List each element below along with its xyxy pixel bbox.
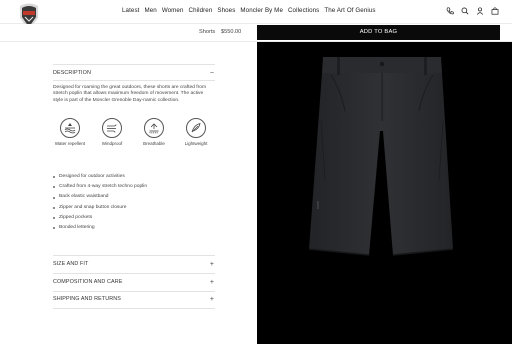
- feature-label: Windproof: [101, 141, 123, 146]
- product-image-shorts: [308, 57, 454, 256]
- windproof-icon: [102, 118, 122, 138]
- accordion-label: SHIPPING AND RETURNS: [53, 296, 121, 302]
- list-item-text: Zipper and snap button closure: [59, 204, 127, 210]
- sticky-product-name: Shorts: [199, 29, 216, 35]
- divider: [53, 308, 215, 309]
- expand-icon[interactable]: +: [209, 279, 215, 286]
- expand-icon[interactable]: +: [209, 261, 215, 268]
- divider: [53, 80, 215, 81]
- sticky-product-price: $550.00: [221, 29, 242, 35]
- description-header[interactable]: DESCRIPTION −: [53, 66, 215, 80]
- list-item-text: Designed for outdoor activities: [59, 174, 125, 179]
- site-header: Latest Men Women Children Shoes Moncler …: [0, 0, 512, 30]
- feature-windproof: Windproof: [95, 118, 129, 146]
- feature-label: Water repellent: [54, 141, 86, 146]
- nav-item-collections[interactable]: Collections: [288, 7, 319, 14]
- breathable-icon: [144, 118, 164, 138]
- list-item: Designed for outdoor activities: [53, 174, 213, 184]
- header-actions: [446, 7, 499, 15]
- product-image-panel[interactable]: [257, 42, 512, 344]
- list-item-text: Back elastic waistband: [59, 194, 109, 200]
- divider: [53, 64, 215, 65]
- bullet-icon: [53, 206, 55, 209]
- add-to-bag-button[interactable]: ADD TO BAG: [257, 25, 500, 40]
- bullet-icon: [53, 196, 55, 199]
- search-icon[interactable]: [461, 7, 469, 15]
- divider: [53, 273, 215, 274]
- feature-lightweight: Lightweight: [179, 118, 213, 146]
- feature-breathable: Breathable: [137, 118, 171, 146]
- nav-item-shoes[interactable]: Shoes: [217, 7, 235, 14]
- nav-item-women[interactable]: Women: [162, 7, 184, 14]
- feature-icons: Water repellent Windproof Breathable Lig…: [53, 118, 213, 146]
- list-item-text: Crafted from 4-way stretch techno poplin: [59, 184, 148, 190]
- divider: [53, 255, 215, 256]
- main-nav: Latest Men Women Children Shoes Moncler …: [122, 7, 381, 14]
- accordion-label: SIZE AND FIT: [53, 261, 89, 267]
- nav-item-moncler-by-me[interactable]: Moncler By Me: [240, 7, 283, 14]
- expand-icon[interactable]: +: [209, 296, 215, 303]
- list-item-text: Bonded lettering: [59, 224, 95, 230]
- phone-icon[interactable]: [446, 7, 454, 15]
- water-repellent-icon: [60, 118, 80, 138]
- description-text: Designed for roaming the great outdoors,…: [53, 85, 207, 103]
- feature-water-repellent: Water repellent: [53, 118, 87, 146]
- nav-item-children[interactable]: Children: [189, 7, 213, 14]
- collapse-icon[interactable]: −: [209, 70, 215, 77]
- list-item: Zipped pockets: [53, 215, 213, 225]
- accordion-composition-and-care[interactable]: COMPOSITION AND CARE +: [53, 275, 215, 289]
- bullet-icon: [53, 186, 55, 189]
- list-item: Back elastic waistband: [53, 194, 213, 204]
- accordion-size-and-fit[interactable]: SIZE AND FIT +: [53, 257, 215, 271]
- accordion-shipping-and-returns[interactable]: SHIPPING AND RETURNS +: [53, 292, 215, 306]
- lightweight-icon: [186, 118, 206, 138]
- feature-list: Designed for outdoor activities Crafted …: [53, 174, 213, 235]
- bag-icon[interactable]: [491, 7, 499, 15]
- accordion-label: COMPOSITION AND CARE: [53, 279, 123, 285]
- nav-item-latest[interactable]: Latest: [122, 7, 139, 14]
- nav-item-art-of-genius[interactable]: The Art Of Genius: [324, 7, 375, 14]
- list-item: Crafted from 4-way stretch techno poplin: [53, 184, 213, 194]
- description-heading: DESCRIPTION: [53, 70, 91, 76]
- sticky-product-bar: Shorts $550.00 ADD TO BAG: [0, 24, 512, 42]
- feature-label: Breathable: [143, 141, 165, 146]
- bullet-icon: [53, 176, 55, 179]
- bullet-icon: [53, 227, 55, 230]
- account-icon[interactable]: [476, 7, 484, 15]
- list-item: Zipper and snap button closure: [53, 205, 213, 215]
- list-item: Bonded lettering: [53, 225, 213, 235]
- feature-label: Lightweight: [184, 141, 208, 146]
- bullet-icon: [53, 216, 55, 219]
- list-item-text: Zipped pockets: [59, 214, 93, 220]
- nav-item-men[interactable]: Men: [144, 7, 156, 14]
